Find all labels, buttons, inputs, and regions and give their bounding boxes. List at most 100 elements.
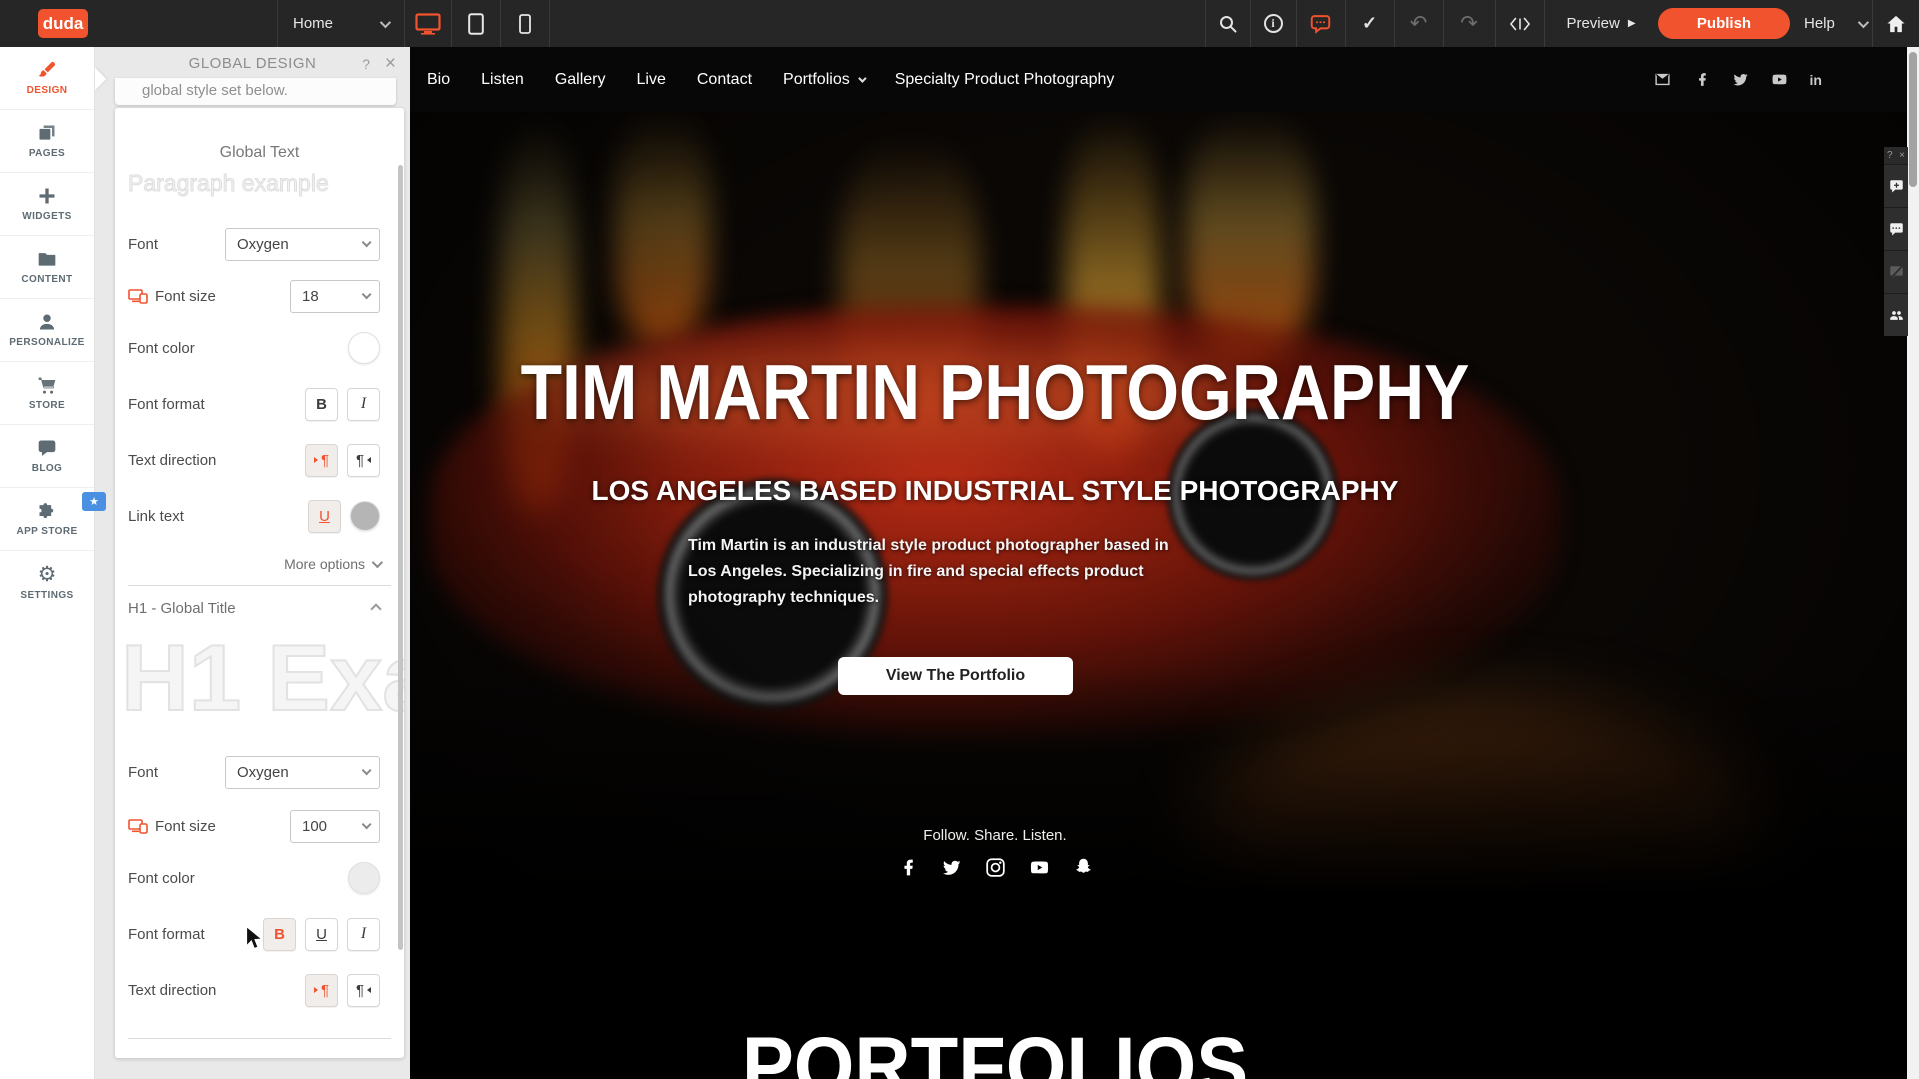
divider bbox=[128, 1038, 391, 1039]
nav-item-portfolios[interactable]: Portfolios bbox=[783, 71, 864, 89]
youtube-icon[interactable] bbox=[1029, 857, 1050, 878]
nav-item-gallery[interactable]: Gallery bbox=[555, 71, 606, 89]
link-text-label: Link text bbox=[128, 508, 184, 525]
more-options-link[interactable]: More options bbox=[284, 556, 380, 572]
underline-glyph: U bbox=[316, 926, 327, 943]
panel-scrollbar-thumb[interactable] bbox=[398, 165, 403, 950]
show-comments-button[interactable] bbox=[1884, 207, 1908, 250]
redo-button[interactable]: ↷ bbox=[1443, 0, 1495, 47]
page-selector-dropdown[interactable]: Home bbox=[277, 0, 404, 47]
hide-comments-button[interactable] bbox=[1884, 250, 1908, 293]
redo-icon: ↷ bbox=[1460, 11, 1478, 36]
duda-editor: duda Home bbox=[0, 0, 1919, 1079]
help-dropdown[interactable]: Help bbox=[1798, 0, 1872, 47]
people-icon bbox=[1889, 308, 1904, 323]
font-size-value: 18 bbox=[302, 288, 319, 305]
vignette-overlay bbox=[410, 112, 1907, 950]
add-comment-button[interactable] bbox=[1884, 164, 1908, 207]
info-button[interactable]: i bbox=[1250, 0, 1296, 47]
italic-button[interactable]: I bbox=[347, 388, 380, 421]
youtube-icon[interactable] bbox=[1771, 71, 1788, 88]
arrow-left-icon bbox=[364, 457, 371, 463]
dashboard-home-button[interactable] bbox=[1872, 0, 1919, 47]
bold-glyph: B bbox=[316, 396, 327, 413]
sidebar-item-widgets[interactable]: WIDGETS bbox=[0, 173, 94, 236]
h1-section-header[interactable]: H1 - Global Title bbox=[128, 600, 380, 617]
twitter-icon[interactable] bbox=[1732, 71, 1749, 88]
preview-button[interactable]: Preview ▶ bbox=[1544, 0, 1658, 47]
facebook-icon[interactable] bbox=[897, 857, 918, 878]
h1-font-size-label: Font size bbox=[128, 818, 216, 835]
chevron-down-icon bbox=[1858, 16, 1869, 27]
sidebar-item-pages[interactable]: PAGES bbox=[0, 110, 94, 173]
sidebar-item-store[interactable]: STORE bbox=[0, 362, 94, 425]
nav-item-contact[interactable]: Contact bbox=[697, 71, 752, 89]
font-size-select[interactable]: 18 bbox=[290, 280, 380, 313]
h1-font-color-swatch[interactable] bbox=[348, 862, 380, 894]
puzzle-icon bbox=[37, 501, 57, 521]
comment-bubble-icon bbox=[1310, 14, 1331, 34]
sidebar-item-design[interactable]: DESIGN bbox=[0, 47, 94, 110]
nav-item-live[interactable]: Live bbox=[637, 71, 666, 89]
close-icon[interactable]: × bbox=[1899, 150, 1905, 161]
h1-rtl-button[interactable]: ¶ bbox=[347, 974, 380, 1007]
h1-font-size-select[interactable]: 100 bbox=[290, 810, 380, 843]
h1-underline-button[interactable]: U bbox=[305, 918, 338, 951]
close-icon[interactable]: × bbox=[385, 53, 396, 75]
nav-item-bio[interactable]: Bio bbox=[427, 71, 450, 89]
h1-italic-button[interactable]: I bbox=[347, 918, 380, 951]
mobile-view-button[interactable] bbox=[500, 0, 549, 47]
comments-button[interactable] bbox=[1296, 0, 1345, 47]
collaborators-button[interactable] bbox=[1884, 293, 1908, 336]
sidebar-item-settings[interactable]: ⚙ SETTINGS bbox=[0, 551, 94, 614]
facebook-icon[interactable] bbox=[1693, 71, 1710, 88]
chevron-down-icon bbox=[362, 819, 372, 829]
pilcrow-icon: ¶ bbox=[356, 452, 364, 469]
sidebar-item-app-store[interactable]: ★ APP STORE bbox=[0, 488, 94, 551]
twitter-icon[interactable] bbox=[941, 857, 962, 878]
sidebar-item-personalize[interactable]: PERSONALIZE bbox=[0, 299, 94, 362]
font-format-label: Font format bbox=[128, 396, 205, 413]
panel-help-button[interactable]: ? bbox=[362, 56, 370, 72]
hero-title: TIM MARTIN PHOTOGRAPHY bbox=[486, 347, 1504, 438]
snapchat-icon[interactable] bbox=[1073, 857, 1094, 878]
duda-logo[interactable]: duda bbox=[38, 9, 88, 38]
nav-item-specialty[interactable]: Specialty Product Photography bbox=[895, 71, 1115, 89]
undo-icon: ↶ bbox=[1410, 11, 1428, 36]
undo-button[interactable]: ↶ bbox=[1394, 0, 1443, 47]
chevron-down-icon bbox=[362, 237, 372, 247]
add-comment-icon bbox=[1889, 179, 1904, 194]
approve-button[interactable]: ✓ bbox=[1345, 0, 1394, 47]
link-color-swatch[interactable] bbox=[350, 501, 380, 531]
nav-item-listen[interactable]: Listen bbox=[481, 71, 524, 89]
desktop-view-button[interactable] bbox=[404, 0, 451, 47]
pilcrow-icon: ¶ bbox=[356, 982, 364, 999]
font-color-swatch[interactable] bbox=[348, 332, 380, 364]
search-button[interactable] bbox=[1205, 0, 1250, 47]
comments-toolbar-header: ? × bbox=[1884, 147, 1908, 164]
bold-button[interactable]: B bbox=[305, 388, 338, 421]
chevron-down-icon bbox=[362, 765, 372, 775]
link-underline-button[interactable]: U bbox=[308, 500, 341, 533]
email-icon[interactable] bbox=[1654, 71, 1671, 88]
instagram-icon[interactable] bbox=[985, 857, 1006, 878]
h1-font-select[interactable]: Oxygen bbox=[225, 756, 380, 789]
linkedin-icon[interactable]: in bbox=[1810, 72, 1822, 88]
sidebar-item-blog[interactable]: BLOG bbox=[0, 425, 94, 488]
dev-mode-button[interactable] bbox=[1495, 0, 1544, 47]
rtl-button[interactable]: ¶ bbox=[347, 444, 380, 477]
publish-button[interactable]: Publish bbox=[1658, 8, 1790, 39]
h1-bold-button[interactable]: B bbox=[263, 918, 296, 951]
view-portfolio-button[interactable]: View The Portfolio bbox=[838, 657, 1073, 695]
tablet-view-button[interactable] bbox=[451, 0, 500, 47]
site-scrollbar-thumb[interactable] bbox=[1909, 52, 1917, 187]
chevron-down-icon bbox=[380, 16, 391, 27]
sidebar-item-content[interactable]: CONTENT bbox=[0, 236, 94, 299]
comments-help-button[interactable]: ? bbox=[1887, 150, 1893, 161]
page-selector-label: Home bbox=[293, 15, 333, 32]
ltr-button[interactable]: ¶ bbox=[305, 444, 338, 477]
font-color-row: Font color bbox=[128, 330, 380, 366]
h1-ltr-button[interactable]: ¶ bbox=[305, 974, 338, 1007]
font-select[interactable]: Oxygen bbox=[225, 228, 380, 261]
cart-icon bbox=[37, 375, 57, 395]
